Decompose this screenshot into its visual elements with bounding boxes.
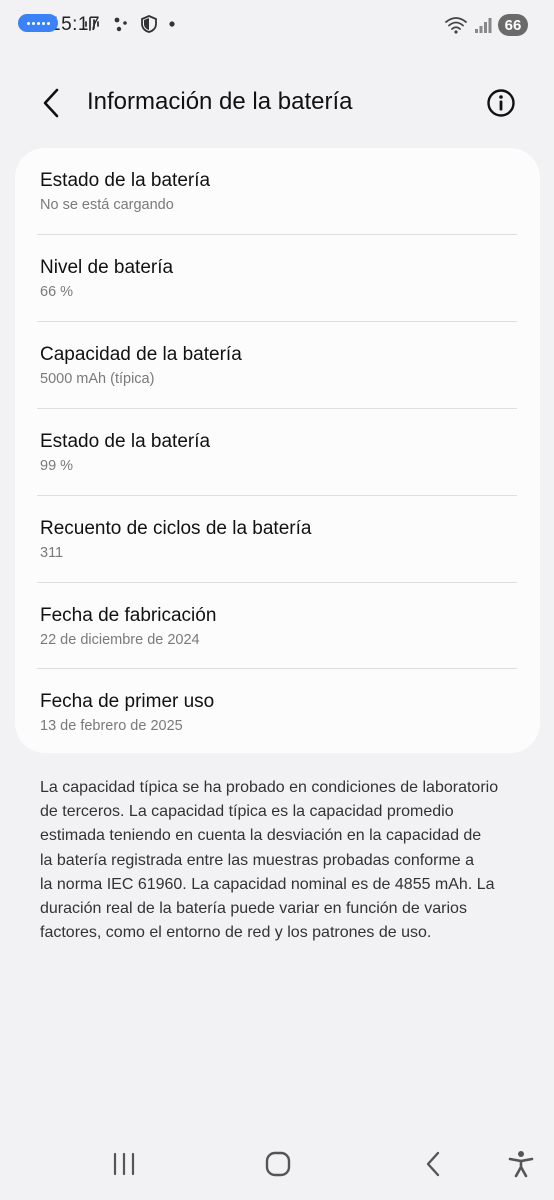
row-label: Recuento de ciclos de la batería (40, 518, 312, 539)
row-value: 66 % (40, 284, 74, 300)
battery-status-row[interactable]: Estado de la batería No se está cargando (37, 148, 515, 234)
row-value: 13 de febrero de 2025 (40, 718, 183, 734)
dot-icon (169, 21, 175, 27)
footnote-line: la batería registrada entre las muestras… (40, 851, 475, 869)
status-bar: 15:17 66 (0, 0, 554, 52)
footnote-line: de terceros. La capacidad típica es la c… (40, 803, 454, 821)
battery-capacity-row[interactable]: Capacidad de la batería 5000 mAh (típica… (37, 322, 515, 408)
page-title: Información de la batería (87, 88, 353, 115)
recents-button[interactable] (102, 1142, 146, 1186)
row-value: No se está cargando (40, 197, 174, 213)
battery-level-badge: 66 (498, 14, 528, 36)
row-value: 5000 mAh (típica) (40, 371, 155, 387)
accessibility-button[interactable] (499, 1142, 543, 1186)
row-label: Estado de la batería (40, 170, 211, 191)
footnote-line: duración real de la batería puede variar… (40, 900, 467, 918)
battery-info-card: Estado de la batería No se está cargando… (15, 148, 540, 753)
call-indicator-pill[interactable] (18, 14, 58, 32)
info-circle-icon (487, 89, 515, 117)
cycle-count-row[interactable]: Recuento de ciclos de la batería 311 (37, 496, 515, 582)
app-header: Información de la batería (0, 80, 554, 126)
audio-wave-icon (85, 17, 99, 31)
battery-health-row[interactable]: Estado de la batería 99 % (37, 409, 515, 495)
footnote-line: estimada teniendo en cuenta la desviació… (40, 827, 482, 845)
capacity-footnote: La capacidad típica se ha probado en con… (40, 776, 518, 945)
wifi-icon (445, 17, 467, 34)
row-label: Nivel de batería (40, 257, 174, 278)
accessibility-icon (508, 1151, 534, 1178)
signal-icon (475, 18, 492, 33)
info-button[interactable] (484, 86, 518, 120)
shield-icon (141, 15, 157, 33)
manufacture-date-row[interactable]: Fecha de fabricación 22 de diciembre de … (37, 583, 515, 669)
row-label: Estado de la batería (40, 431, 211, 452)
first-use-date-row[interactable]: Fecha de primer uso 13 de febrero de 202… (37, 669, 515, 755)
row-value: 22 de diciembre de 2024 (40, 632, 200, 648)
notification-icons (84, 15, 176, 33)
system-icons: 66 (444, 14, 528, 36)
back-icon (426, 1151, 440, 1177)
footnote-line: factores, como el entorno de red y los p… (40, 924, 432, 942)
chevron-left-icon (43, 88, 59, 118)
row-value: 311 (40, 545, 64, 561)
footnote-line: La capacidad típica se ha probado en con… (40, 779, 499, 796)
assistant-dots-icon (114, 17, 127, 32)
navigation-bar (0, 1130, 554, 1200)
home-button[interactable] (256, 1142, 300, 1186)
battery-level-row[interactable]: Nivel de batería 66 % (37, 235, 515, 321)
recents-icon (113, 1152, 135, 1176)
footnote-line: la norma IEC 61960. La capacidad nominal… (40, 875, 495, 893)
row-label: Fecha de fabricación (40, 605, 217, 626)
home-icon (265, 1151, 291, 1177)
row-label: Fecha de primer uso (40, 691, 215, 712)
row-value: 99 % (40, 458, 74, 474)
back-button[interactable] (34, 84, 68, 122)
row-label: Capacidad de la batería (40, 344, 242, 365)
nav-back-button[interactable] (411, 1142, 455, 1186)
